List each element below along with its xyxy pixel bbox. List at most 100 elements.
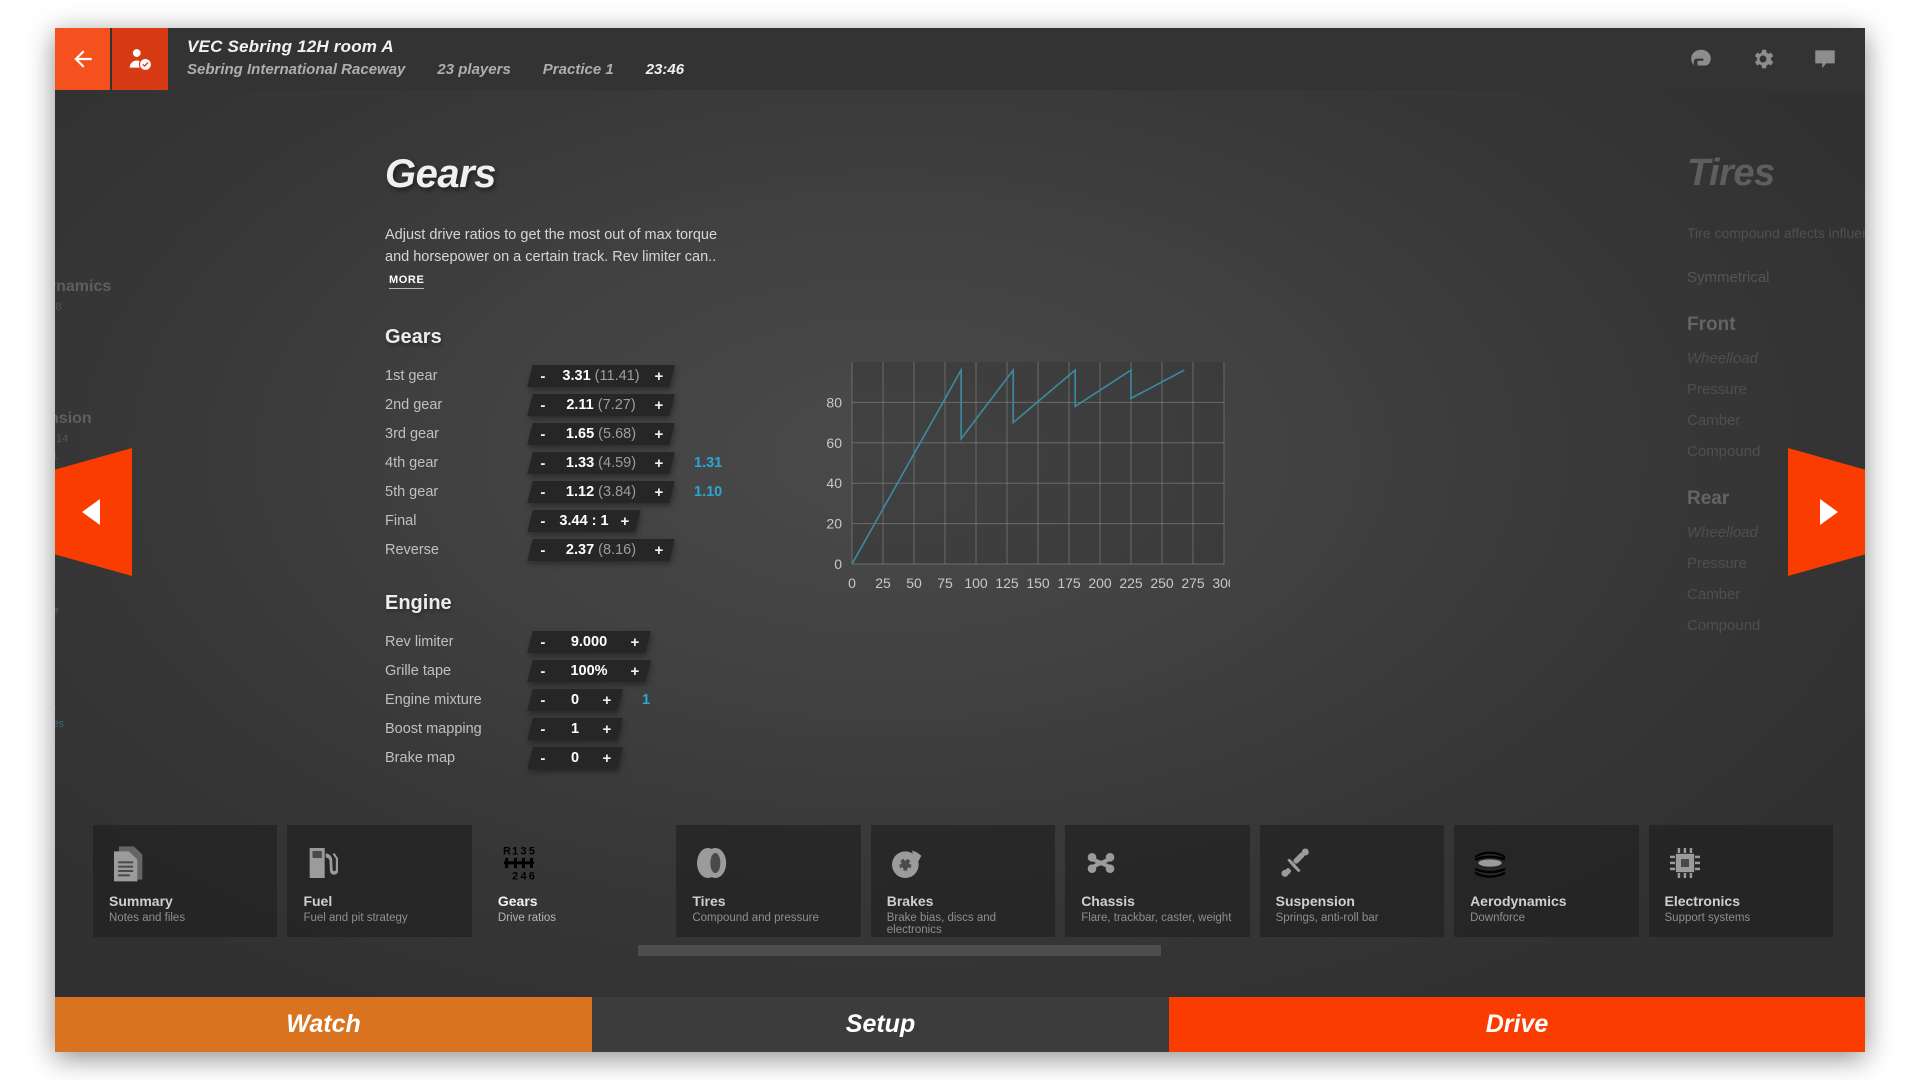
- increment-button[interactable]: +: [646, 367, 672, 384]
- stepper-value: 0: [570, 749, 580, 766]
- tile-tires[interactable]: Tires Compound and pressure: [676, 825, 861, 937]
- decrement-button[interactable]: -: [530, 662, 556, 679]
- y-tick-label: 80: [826, 394, 842, 410]
- gear-stepper[interactable]: -3.44 : 1 +: [527, 509, 641, 532]
- gear-shifter-icon: R 1 3 5 2 4 6: [503, 846, 535, 883]
- settings-button[interactable]: [1749, 45, 1777, 73]
- decrement-button[interactable]: -: [530, 720, 556, 737]
- decrement-button[interactable]: -: [530, 454, 556, 471]
- gear-stepper[interactable]: -2.11 (7.27) +: [527, 393, 675, 416]
- previous-setup-preview: 18 Aerodynamics rear wing 18 Suspension …: [55, 90, 265, 780]
- scrollbar-thumb[interactable]: [638, 945, 1161, 956]
- engine-row: Rev limiter -9.000 +: [385, 627, 1475, 656]
- brake-disc-icon: [891, 850, 922, 878]
- back-button[interactable]: [55, 28, 110, 90]
- increment-button[interactable]: +: [646, 454, 672, 471]
- tiles-scrollbar[interactable]: [93, 945, 1833, 956]
- svg-text:R: R: [503, 846, 511, 858]
- content-stage: 18 Aerodynamics rear wing 18 Suspension …: [55, 90, 1865, 1052]
- decrement-button[interactable]: -: [530, 541, 556, 558]
- tile-electronics[interactable]: Electronics Support systems: [1648, 825, 1833, 937]
- decrement-button[interactable]: -: [530, 512, 556, 529]
- engine-stepper[interactable]: -9.000 +: [527, 630, 651, 653]
- tile-name: Electronics: [1664, 893, 1740, 909]
- setup-button[interactable]: Setup: [592, 997, 1169, 1052]
- ghost-row: spring rate 14: [55, 433, 69, 445]
- ghost-title: Gears: [55, 678, 64, 696]
- increment-button[interactable]: +: [646, 483, 672, 500]
- tile-gears[interactable]: R 1 3 5 2 4 6 Gears Drive ratios: [482, 825, 666, 937]
- tile-summary[interactable]: Summary Notes and files: [93, 825, 278, 937]
- increment-button[interactable]: +: [612, 512, 638, 529]
- engine-stepper[interactable]: -0 +: [527, 688, 623, 711]
- stepper-value: 1.33 (4.59): [565, 454, 637, 471]
- gear-stepper[interactable]: -3.31 (11.41) +: [527, 364, 675, 387]
- ghost-row: packers 0.1: [55, 450, 92, 462]
- increment-button[interactable]: +: [622, 633, 648, 650]
- svg-text:1: 1: [512, 846, 518, 858]
- engine-stepper[interactable]: -0 +: [527, 746, 623, 769]
- chat-button[interactable]: [1811, 45, 1839, 73]
- decrement-button[interactable]: -: [530, 633, 556, 650]
- stepper-subvalue: (8.16): [594, 541, 637, 558]
- ghost-node-aerodynamics: 18 Aerodynamics rear wing 18: [55, 278, 111, 313]
- engine-stepper[interactable]: -100% +: [527, 659, 651, 682]
- tile-fuel[interactable]: Fuel Fuel and pit strategy: [287, 825, 472, 937]
- stepper-value: 1: [570, 720, 580, 737]
- x-tick-label: 0: [848, 575, 856, 591]
- fuel-pump-icon: [310, 848, 339, 878]
- decrement-button[interactable]: -: [530, 396, 556, 413]
- watch-button[interactable]: Watch: [55, 997, 592, 1052]
- increment-button[interactable]: +: [594, 749, 620, 766]
- stepper-value: 3.31 (11.41): [562, 367, 640, 384]
- tile-suspension[interactable]: Suspension Springs, anti-roll bar: [1259, 825, 1445, 937]
- more-link[interactable]: MORE: [389, 272, 425, 289]
- svg-text:3: 3: [520, 846, 526, 858]
- increment-button[interactable]: +: [622, 662, 648, 679]
- driver-profile-button[interactable]: [112, 28, 168, 90]
- decrement-button[interactable]: -: [530, 425, 556, 442]
- gear-stepper[interactable]: -1.65 (5.68) +: [527, 422, 675, 445]
- ghost-symmetrical-label: Symmetrical: [1687, 269, 1770, 287]
- decrement-button[interactable]: -: [530, 749, 556, 766]
- ghost-node-gears: 147 Gears 3.44:1 ratio 2 differences: [55, 678, 64, 730]
- action-bar: Watch Setup Drive: [55, 997, 1865, 1052]
- stepper-value: 3.44 : 1: [559, 512, 609, 529]
- helmet-button[interactable]: [1687, 45, 1715, 73]
- ghost-title: Aerodynamics: [55, 278, 112, 295]
- tile-subtitle: Drive ratios: [497, 912, 557, 924]
- tile-aerodynamics[interactable]: Aerodynamics Downforce: [1454, 825, 1639, 937]
- increment-button[interactable]: +: [594, 691, 620, 708]
- decrement-button[interactable]: -: [530, 367, 556, 384]
- document-icon: [114, 846, 143, 882]
- increment-button[interactable]: +: [646, 541, 672, 558]
- increment-button[interactable]: +: [646, 425, 672, 442]
- helmet-icon: [1691, 49, 1711, 66]
- prev-category-arrow[interactable]: [55, 448, 132, 576]
- gear-label: 4th gear: [385, 454, 439, 471]
- gear-stepper[interactable]: -2.37 (8.16) +: [527, 538, 675, 561]
- tile-subtitle: Downforce: [1470, 912, 1526, 924]
- tile-chassis[interactable]: Chassis Flare, trackbar, caster, weight: [1065, 825, 1250, 937]
- tile-icon-wrap: [1081, 839, 1233, 887]
- tile-icon-wrap: [109, 839, 261, 887]
- svg-text:5: 5: [529, 846, 535, 858]
- drive-button[interactable]: Drive: [1169, 997, 1865, 1052]
- engine-stepper[interactable]: -1 +: [527, 717, 623, 740]
- engine-label: Rev limiter: [385, 633, 454, 650]
- svg-text:2: 2: [512, 871, 518, 883]
- tile-brakes[interactable]: Brakes Brake bias, discs and electronics: [870, 825, 1056, 937]
- next-category-arrow[interactable]: [1788, 448, 1865, 576]
- chevron-left-icon: [82, 499, 100, 525]
- increment-button[interactable]: +: [646, 396, 672, 413]
- ghost-description: Tire compound affects influences top spe…: [1687, 225, 1865, 241]
- decrement-button[interactable]: -: [530, 483, 556, 500]
- tile-name: Fuel: [303, 893, 333, 909]
- increment-button[interactable]: +: [594, 720, 620, 737]
- gear-stepper[interactable]: -1.12 (3.84) +: [527, 480, 675, 503]
- gear-label: 3rd gear: [385, 425, 440, 442]
- decrement-button[interactable]: -: [530, 691, 556, 708]
- chassis-icon: [1087, 853, 1115, 873]
- engine-row: Grille tape -100% +: [385, 656, 1475, 685]
- gear-stepper[interactable]: -1.33 (4.59) +: [527, 451, 675, 474]
